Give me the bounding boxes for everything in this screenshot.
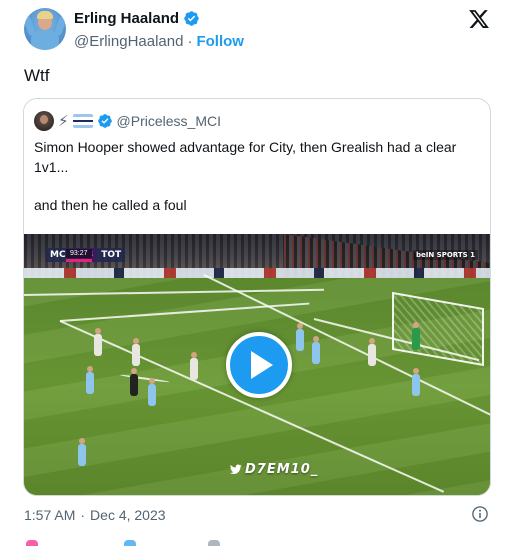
quoted-tweet-card[interactable]: ⚡ @Priceless_MCI Simon Hooper showed adv… bbox=[23, 98, 491, 496]
tweet-date: Dec 4, 2023 bbox=[90, 507, 166, 523]
timestamp-separator: · bbox=[80, 507, 86, 523]
tweet-text: Wtf bbox=[24, 66, 50, 85]
advertising-boards bbox=[24, 268, 490, 278]
tweet-card: Erling Haaland @ErlingHaaland · Follow W… bbox=[0, 0, 516, 546]
quoted-verified-badge-icon bbox=[97, 114, 112, 128]
like-icon[interactable] bbox=[26, 540, 38, 546]
match-clock: 93:27 bbox=[66, 249, 92, 258]
player-mci bbox=[412, 368, 420, 396]
handle-separator: · bbox=[187, 33, 193, 50]
broadcaster-logo: beIN SPORTS 1 bbox=[413, 250, 478, 260]
scorebug-accent-bar bbox=[66, 259, 92, 262]
goalkeeper bbox=[412, 322, 420, 350]
video-player[interactable]: MCI 3-3 TOT 93:27 beIN SPORTS 1 D7EM10_ bbox=[24, 234, 490, 495]
scorebug-away: TOT bbox=[97, 248, 126, 262]
player-mci bbox=[86, 366, 94, 394]
player-mci bbox=[78, 438, 86, 466]
reply-icon[interactable] bbox=[124, 540, 136, 546]
author-avatar[interactable] bbox=[24, 8, 66, 50]
player-tot bbox=[94, 328, 102, 356]
tweet-time: 1:57 AM bbox=[24, 507, 76, 523]
player-mci bbox=[312, 336, 320, 364]
player-tot bbox=[132, 338, 140, 366]
info-icon[interactable] bbox=[471, 505, 489, 523]
quoted-tweet-header: ⚡ @Priceless_MCI bbox=[34, 111, 221, 131]
x-logo-icon[interactable] bbox=[468, 8, 490, 30]
player-tot bbox=[368, 338, 376, 366]
video-watermark: D7EM10_ bbox=[230, 462, 318, 477]
lightning-emoji-icon: ⚡ bbox=[58, 112, 69, 130]
quoted-author-handle[interactable]: @Priceless_MCI bbox=[117, 113, 221, 129]
quoted-author-avatar[interactable] bbox=[34, 111, 54, 131]
share-icon[interactable] bbox=[208, 540, 220, 546]
play-button[interactable] bbox=[226, 332, 292, 398]
author-name-row: Erling Haaland bbox=[74, 10, 200, 27]
player-mci bbox=[148, 378, 156, 406]
referee bbox=[130, 368, 138, 396]
author-handle-row: @ErlingHaaland · Follow bbox=[74, 33, 244, 50]
follow-button[interactable]: Follow bbox=[196, 33, 244, 50]
verified-badge-icon bbox=[184, 11, 199, 26]
player-tot bbox=[190, 352, 198, 380]
quoted-tweet-text: Simon Hooper showed advantage for City, … bbox=[34, 137, 480, 215]
twitter-bird-icon bbox=[230, 464, 242, 475]
player-mci bbox=[296, 323, 304, 351]
quoted-text-line-1: Simon Hooper showed advantage for City, … bbox=[34, 139, 457, 175]
flag-emoji-icon bbox=[72, 114, 93, 128]
author-display-name[interactable]: Erling Haaland bbox=[74, 10, 179, 27]
author-handle[interactable]: @ErlingHaaland bbox=[74, 33, 183, 50]
watermark-text: D7EM10_ bbox=[245, 462, 319, 477]
tweet-timestamp[interactable]: 1:57 AM · Dec 4, 2023 bbox=[24, 507, 166, 523]
quoted-text-line-2: and then he called a foul bbox=[34, 197, 187, 213]
play-icon bbox=[250, 351, 273, 379]
